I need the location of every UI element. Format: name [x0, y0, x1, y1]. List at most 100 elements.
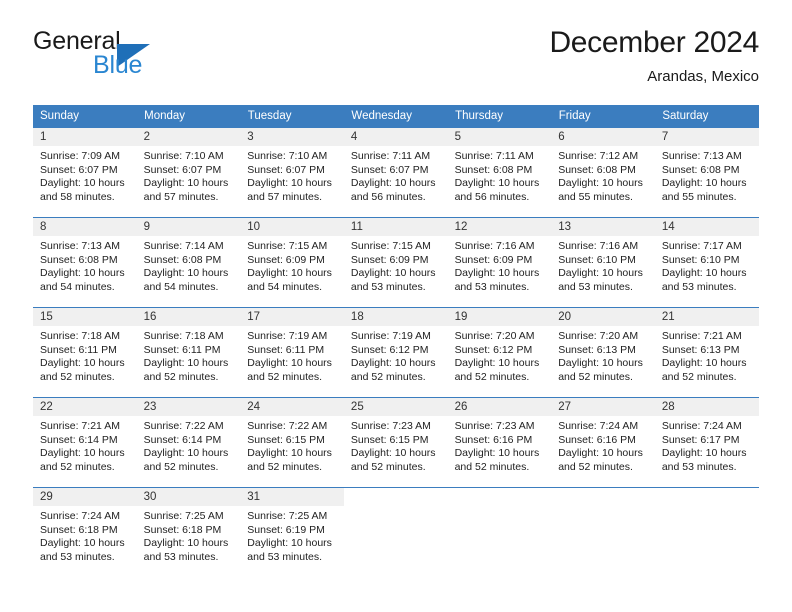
weekday-header-saturday: Saturday [654, 105, 759, 128]
calendar-day-cell[interactable]: 11 Sunrise: 7:15 AM Sunset: 6:09 PM Dayligh… [343, 217, 448, 308]
calendar-day-cell[interactable]: 29 Sunrise: 7:24 AM Sunset: 6:18 PM Dayligh… [33, 487, 137, 577]
day-details: Sunrise: 7:22 AM Sunset: 6:14 PM Daylight:… [137, 416, 241, 474]
detail-daylight-line2: and 53 minutes. [247, 550, 322, 563]
day-details: Sunrise: 7:22 AM Sunset: 6:15 PM Daylight:… [240, 416, 344, 474]
day-details: Sunrise: 7:23 AM Sunset: 6:15 PM Daylight:… [344, 416, 448, 474]
weekday-header-monday: Monday [136, 105, 241, 128]
calendar-day-cell[interactable]: 2 Sunrise: 7:10 AM Sunset: 6:07 PM Daylight… [136, 127, 241, 218]
detail-sunrise: Sunrise: 7:09 AM [40, 150, 120, 162]
detail-sunset: Sunset: 6:07 PM [247, 163, 325, 176]
day-details: Sunrise: 7:15 AM Sunset: 6:09 PM Daylight:… [240, 236, 344, 294]
detail-daylight-line1: Daylight: 10 hours [143, 447, 229, 460]
detail-sunrise: Sunrise: 7:18 AM [40, 330, 120, 342]
detail-sunset: Sunset: 6:15 PM [350, 433, 429, 446]
detail-sunset: Sunset: 6:15 PM [247, 433, 325, 446]
calendar-day-cell[interactable]: 31 Sunrise: 7:25 AM Sunset: 6:19 PM Dayligh… [240, 487, 344, 577]
day-cell-inner: 18 Sunrise: 7:19 AM Sunset: 6:12 PM Dayligh… [343, 308, 448, 397]
day-number: 1 [33, 128, 137, 146]
calendar-day-cell[interactable]: 4 Sunrise: 7:11 AM Sunset: 6:07 PM Daylight… [343, 127, 448, 218]
detail-sunset: Sunset: 6:08 PM [661, 163, 740, 176]
calendar-day-cell[interactable]: 19 Sunrise: 7:20 AM Sunset: 6:12 PM Dayligh… [447, 307, 552, 398]
calendar-day-cell[interactable]: 1 Sunrise: 7:09 AM Sunset: 6:07 PM Daylight… [33, 127, 137, 218]
calendar-day-cell[interactable]: 20 Sunrise: 7:20 AM Sunset: 6:13 PM Dayligh… [551, 307, 655, 398]
weekday-header-sunday: Sunday [33, 105, 138, 128]
detail-sunrise: Sunrise: 7:14 AM [143, 240, 224, 252]
detail-daylight-line1: Daylight: 10 hours [558, 267, 643, 280]
calendar-day-cell[interactable]: 8 Sunrise: 7:13 AM Sunset: 6:08 PM Daylight… [33, 217, 137, 308]
day-cell-inner: 24 Sunrise: 7:22 AM Sunset: 6:15 PM Dayligh… [240, 398, 344, 487]
detail-daylight-line2: and 52 minutes. [143, 460, 219, 473]
detail-daylight-line2: and 52 minutes. [247, 370, 322, 383]
detail-sunset: Sunset: 6:09 PM [454, 253, 533, 266]
detail-sunset: Sunset: 6:14 PM [40, 433, 118, 446]
calendar-day-cell[interactable]: 6 Sunrise: 7:12 AM Sunset: 6:08 PM Daylight… [551, 127, 655, 218]
calendar-day-cell[interactable]: 25 Sunrise: 7:23 AM Sunset: 6:15 PM Dayligh… [343, 397, 448, 488]
calendar-day-cell[interactable]: 26 Sunrise: 7:23 AM Sunset: 6:16 PM Dayligh… [447, 397, 552, 488]
day-details: Sunrise: 7:14 AM Sunset: 6:08 PM Daylight:… [137, 236, 241, 294]
detail-sunset: Sunset: 6:09 PM [350, 253, 429, 266]
day-details: Sunrise: 7:10 AM Sunset: 6:07 PM Daylight:… [240, 146, 344, 204]
day-cell-inner: 28 Sunrise: 7:24 AM Sunset: 6:17 PM Dayligh… [654, 398, 759, 487]
detail-daylight-line1: Daylight: 10 hours [143, 357, 229, 370]
detail-sunrise: Sunrise: 7:15 AM [247, 240, 328, 252]
detail-daylight-line1: Daylight: 10 hours [247, 537, 332, 550]
calendar-day-cell[interactable]: 5 Sunrise: 7:11 AM Sunset: 6:08 PM Daylight… [447, 127, 552, 218]
calendar-day-cell[interactable]: 18 Sunrise: 7:19 AM Sunset: 6:12 PM Dayligh… [343, 307, 448, 398]
day-number [343, 488, 448, 506]
day-number: 25 [343, 398, 448, 416]
detail-daylight-line1: Daylight: 10 hours [558, 447, 643, 460]
day-cell-inner: 12 Sunrise: 7:16 AM Sunset: 6:09 PM Dayligh… [447, 218, 552, 307]
detail-sunrise: Sunrise: 7:22 AM [247, 420, 328, 432]
day-details: Sunrise: 7:11 AM Sunset: 6:07 PM Daylight:… [344, 146, 448, 204]
day-number: 8 [33, 218, 137, 236]
calendar-day-cell[interactable]: 15 Sunrise: 7:18 AM Sunset: 6:11 PM Dayligh… [33, 307, 137, 398]
calendar-day-cell[interactable]: 14 Sunrise: 7:17 AM Sunset: 6:10 PM Dayligh… [654, 217, 759, 308]
detail-daylight-line1: Daylight: 10 hours [143, 267, 229, 280]
calendar-empty-cell [447, 487, 552, 577]
detail-sunrise: Sunrise: 7:10 AM [247, 150, 328, 162]
calendar-day-cell[interactable]: 13 Sunrise: 7:16 AM Sunset: 6:10 PM Dayligh… [551, 217, 655, 308]
logo[interactable]: General Blue [33, 28, 333, 79]
detail-daylight-line2: and 54 minutes. [143, 280, 219, 293]
calendar-day-cell[interactable]: 30 Sunrise: 7:25 AM Sunset: 6:18 PM Dayligh… [136, 487, 241, 577]
day-number: 18 [343, 308, 448, 326]
detail-sunrise: Sunrise: 7:19 AM [350, 330, 431, 342]
detail-daylight-line2: and 55 minutes. [558, 190, 633, 203]
detail-daylight-line2: and 52 minutes. [40, 370, 115, 383]
calendar-day-cell[interactable]: 28 Sunrise: 7:24 AM Sunset: 6:17 PM Dayligh… [654, 397, 759, 488]
day-cell-inner: 17 Sunrise: 7:19 AM Sunset: 6:11 PM Dayligh… [240, 308, 344, 397]
detail-daylight-line1: Daylight: 10 hours [558, 357, 643, 370]
detail-sunset: Sunset: 6:11 PM [143, 343, 221, 356]
detail-daylight-line1: Daylight: 10 hours [661, 357, 747, 370]
day-cell-inner: 10 Sunrise: 7:15 AM Sunset: 6:09 PM Dayligh… [240, 218, 344, 307]
day-cell-inner: 31 Sunrise: 7:25 AM Sunset: 6:19 PM Dayligh… [240, 488, 344, 577]
calendar-day-cell[interactable]: 27 Sunrise: 7:24 AM Sunset: 6:16 PM Dayligh… [551, 397, 655, 488]
day-cell-inner: 20 Sunrise: 7:20 AM Sunset: 6:13 PM Dayligh… [551, 308, 655, 397]
calendar-day-cell[interactable]: 3 Sunrise: 7:10 AM Sunset: 6:07 PM Daylight… [240, 127, 344, 218]
day-cell-inner: 26 Sunrise: 7:23 AM Sunset: 6:16 PM Dayligh… [447, 398, 552, 487]
day-number: 26 [447, 398, 552, 416]
calendar-day-cell[interactable]: 17 Sunrise: 7:19 AM Sunset: 6:11 PM Dayligh… [240, 307, 344, 398]
day-details [344, 506, 448, 510]
title-block: December 2024 Arandas, Mexico [549, 25, 759, 87]
calendar-day-cell[interactable]: 12 Sunrise: 7:16 AM Sunset: 6:09 PM Dayligh… [447, 217, 552, 308]
logo-text-blue: Blue [93, 51, 143, 79]
calendar-day-cell[interactable]: 10 Sunrise: 7:15 AM Sunset: 6:09 PM Dayligh… [240, 217, 344, 308]
calendar-empty-cell [343, 487, 448, 577]
detail-sunrise: Sunrise: 7:11 AM [454, 150, 534, 162]
calendar-day-cell[interactable]: 7 Sunrise: 7:13 AM Sunset: 6:08 PM Daylight… [654, 127, 759, 218]
calendar-day-cell[interactable]: 22 Sunrise: 7:21 AM Sunset: 6:14 PM Dayligh… [33, 397, 137, 488]
detail-sunrise: Sunrise: 7:12 AM [558, 150, 639, 162]
day-number: 15 [33, 308, 137, 326]
day-number: 19 [447, 308, 552, 326]
calendar-day-cell[interactable]: 23 Sunrise: 7:22 AM Sunset: 6:14 PM Dayligh… [136, 397, 241, 488]
calendar-day-cell[interactable]: 16 Sunrise: 7:18 AM Sunset: 6:11 PM Dayligh… [136, 307, 241, 398]
day-cell-inner: 15 Sunrise: 7:18 AM Sunset: 6:11 PM Dayligh… [33, 308, 137, 397]
page-subtitle: Arandas, Mexico [647, 68, 759, 85]
detail-sunrise: Sunrise: 7:10 AM [143, 150, 224, 162]
calendar-day-cell[interactable]: 24 Sunrise: 7:22 AM Sunset: 6:15 PM Dayligh… [240, 397, 344, 488]
page-header: General Blue December 2024 Arandas, Mexi… [33, 25, 759, 98]
calendar-day-cell[interactable]: 21 Sunrise: 7:21 AM Sunset: 6:13 PM Dayligh… [654, 307, 759, 398]
day-details: Sunrise: 7:23 AM Sunset: 6:16 PM Daylight:… [448, 416, 552, 474]
calendar-day-cell[interactable]: 9 Sunrise: 7:14 AM Sunset: 6:08 PM Daylight… [136, 217, 241, 308]
